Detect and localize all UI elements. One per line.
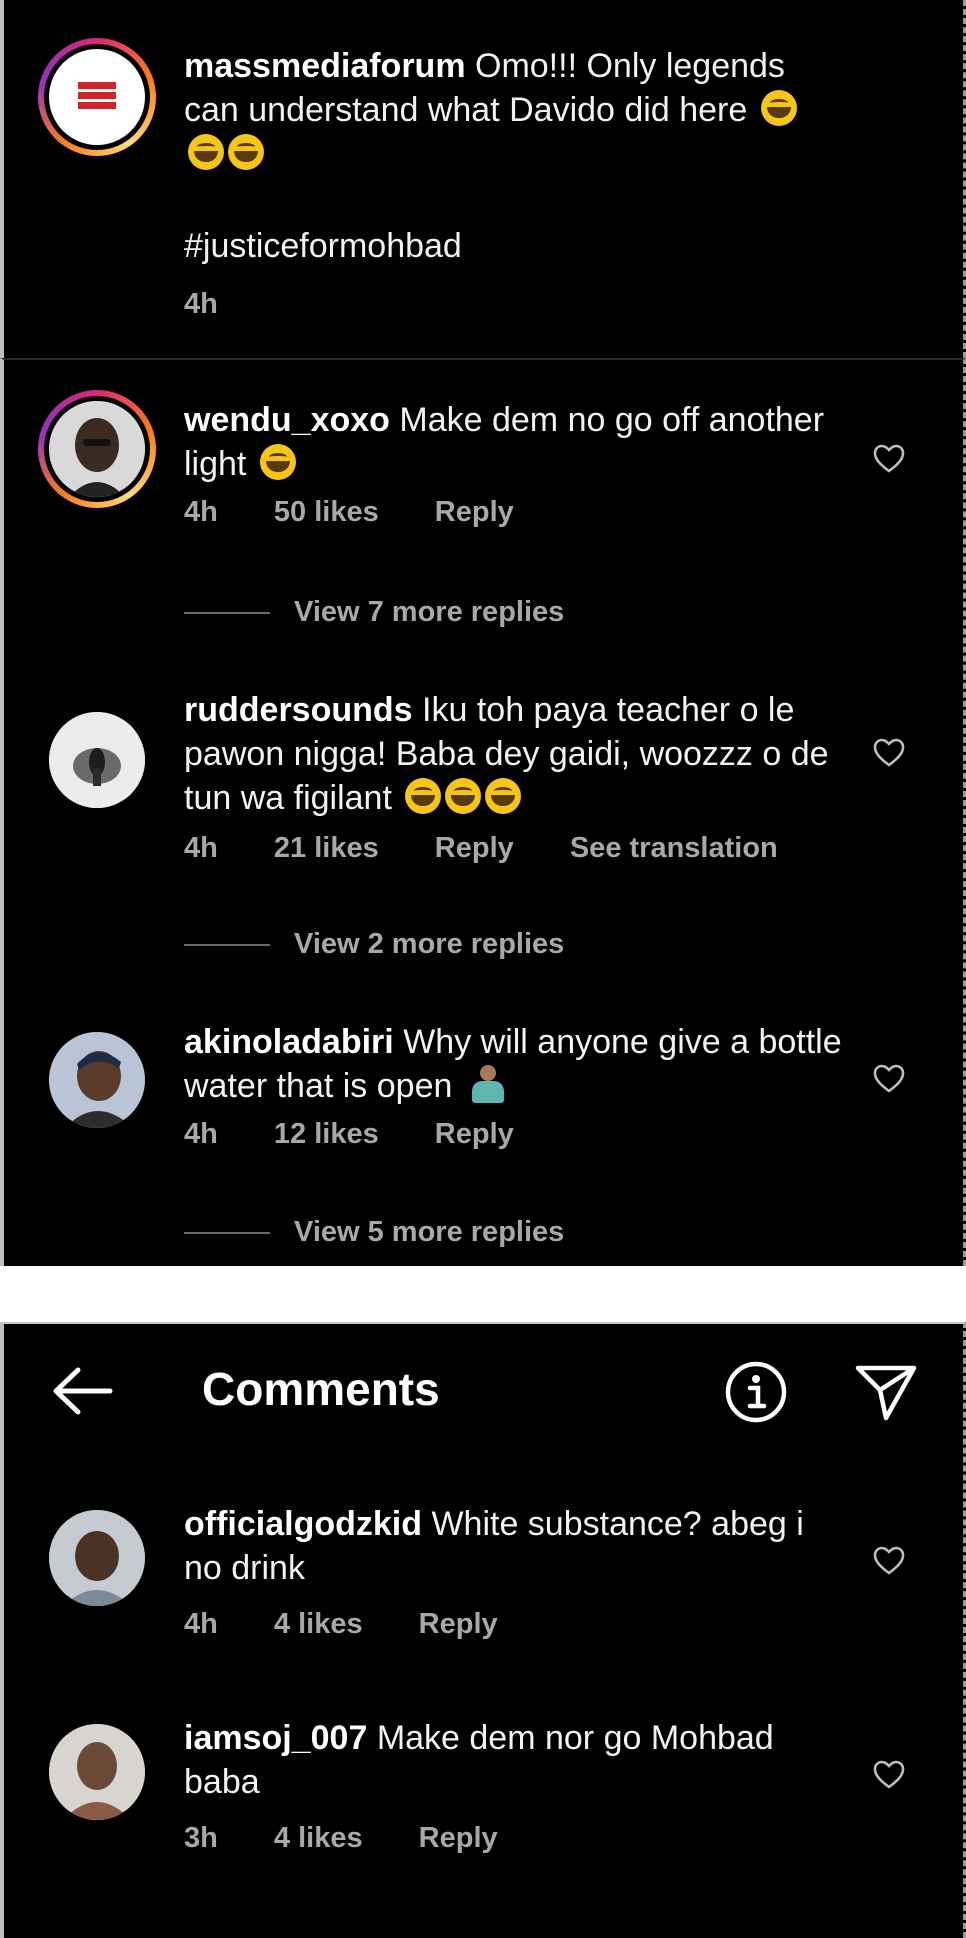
back-arrow-icon[interactable]: [50, 1364, 114, 1418]
reply-button[interactable]: Reply: [435, 832, 514, 864]
comments-screen-panel: Comments officialgodzkid White substance…: [0, 1322, 966, 1938]
reply-button[interactable]: Reply: [419, 1608, 498, 1640]
timestamp: 4h: [184, 496, 218, 528]
comment-text: akinoladabiri Why will anyone give a bot…: [184, 1020, 844, 1108]
username[interactable]: wendu_xoxo: [184, 401, 390, 439]
heart-icon[interactable]: [873, 1546, 905, 1576]
likes-count[interactable]: 12 likes: [274, 1118, 379, 1150]
comment-text: iamsoj_007 Make dem nor go Mohbad baba: [184, 1716, 844, 1804]
avatar[interactable]: [49, 1724, 145, 1820]
comment-text: wendu_xoxo Make dem no go off another li…: [184, 398, 844, 486]
post-caption-panel: massmediaforum Omo!!! Only legends can u…: [0, 0, 966, 358]
heart-icon[interactable]: [873, 444, 905, 474]
timestamp: 4h: [184, 288, 218, 320]
divider: [184, 1232, 270, 1235]
reply-button[interactable]: Reply: [435, 1118, 514, 1150]
see-translation-link[interactable]: See translation: [570, 832, 778, 864]
comment-meta: 4h 4 likes Reply: [184, 1608, 546, 1641]
laughing-emoji-icon: [405, 778, 442, 814]
laughing-emoji-icon: [445, 778, 482, 814]
person-shrugging-emoji-icon: [468, 1065, 508, 1103]
username[interactable]: ruddersounds: [184, 691, 413, 729]
laughing-emoji-icon: [228, 134, 264, 170]
comment-meta: 3h 4 likes Reply: [184, 1822, 546, 1855]
laughing-emoji-icon: [259, 444, 296, 480]
reply-button[interactable]: Reply: [419, 1822, 498, 1854]
timestamp: 4h: [184, 832, 218, 864]
divider: [184, 944, 270, 947]
info-icon[interactable]: [724, 1360, 788, 1424]
reply-button[interactable]: Reply: [435, 496, 514, 528]
username[interactable]: iamsoj_007: [184, 1719, 367, 1757]
likes-count[interactable]: 4 likes: [274, 1822, 363, 1854]
laughing-emoji-icon: [188, 134, 224, 170]
comment-meta: 4h 50 likes Reply: [184, 496, 562, 529]
page-title: Comments: [202, 1363, 440, 1415]
divider: [184, 612, 270, 615]
timestamp: 3h: [184, 1822, 218, 1854]
avatar: [49, 49, 145, 145]
view-more-replies[interactable]: View 7 more replies: [184, 596, 564, 629]
view-more-replies[interactable]: View 2 more replies: [184, 928, 564, 961]
avatar[interactable]: [49, 1510, 145, 1606]
timestamp: 4h: [184, 1608, 218, 1640]
view-more-replies[interactable]: View 5 more replies: [184, 1216, 564, 1249]
comment-meta: 4h 12 likes Reply: [184, 1118, 562, 1151]
massmediaforum-logo: [78, 82, 116, 109]
avatar[interactable]: [49, 1032, 145, 1128]
caption-text: massmediaforum Omo!!! Only legends can u…: [184, 44, 844, 176]
laughing-emoji-icon: [485, 778, 522, 814]
comment-text: officialgodzkid White substance? abeg i …: [184, 1502, 844, 1590]
avatar-story-ring[interactable]: [38, 38, 156, 156]
send-icon[interactable]: [854, 1362, 918, 1422]
comment-meta: 4h: [184, 288, 266, 321]
username[interactable]: massmediaforum: [184, 47, 466, 85]
comment-text: ruddersounds Iku toh paya teacher o le p…: [184, 688, 844, 820]
likes-count[interactable]: 21 likes: [274, 832, 379, 864]
hashtag[interactable]: #justiceformohbad: [184, 224, 844, 268]
header-bar: Comments: [4, 1324, 963, 1454]
timestamp: 4h: [184, 1118, 218, 1150]
heart-icon[interactable]: [873, 738, 905, 768]
laughing-emoji-icon: [760, 90, 797, 126]
avatar: [49, 401, 145, 497]
likes-count[interactable]: 50 likes: [274, 496, 379, 528]
username[interactable]: akinoladabiri: [184, 1023, 394, 1061]
avatar[interactable]: [49, 712, 145, 808]
heart-icon[interactable]: [873, 1760, 905, 1790]
comment-meta: 4h 21 likes Reply See translation: [184, 832, 826, 865]
avatar-story-ring[interactable]: [38, 390, 156, 508]
username[interactable]: officialgodzkid: [184, 1505, 422, 1543]
likes-count[interactable]: 4 likes: [274, 1608, 363, 1640]
heart-icon[interactable]: [873, 1064, 905, 1094]
comments-panel: wendu_xoxo Make dem no go off another li…: [0, 358, 966, 1266]
